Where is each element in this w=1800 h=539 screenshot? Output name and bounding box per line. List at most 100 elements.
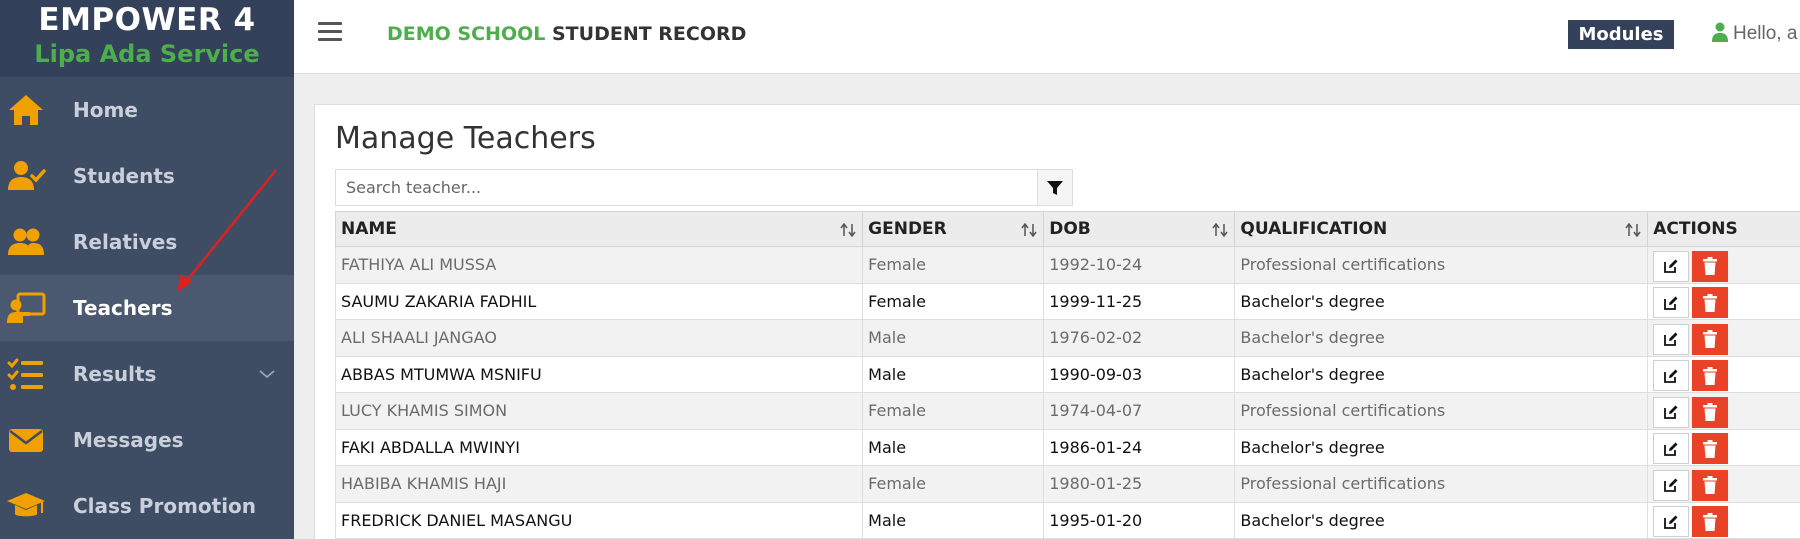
cell-actions [1647, 428, 1800, 466]
envelope-icon [9, 429, 43, 452]
delete-button[interactable] [1692, 360, 1729, 392]
sort-icon[interactable] [1021, 223, 1037, 237]
trash-icon [1703, 476, 1718, 495]
search-box [335, 169, 1039, 206]
user-greeting: Hello, a [1733, 23, 1798, 44]
delete-button[interactable] [1692, 506, 1729, 538]
cell-dob: 1974-04-07 [1043, 392, 1236, 430]
edit-icon [1664, 296, 1678, 310]
column-header-actions: ACTIONS [1647, 211, 1800, 247]
cell-actions [1647, 392, 1800, 430]
cell-name: FATHIYA ALI MUSSA [334, 246, 864, 284]
sidebar: EMPOWER 4 Lipa Ada Service Home Students… [0, 0, 294, 539]
cell-qualification: Professional certifications [1234, 465, 1649, 503]
sidebar-item-label: Home [73, 98, 138, 122]
delete-button[interactable] [1692, 396, 1729, 428]
brand: EMPOWER 4 Lipa Ada Service [0, 0, 294, 77]
hamburger-menu-icon[interactable] [318, 22, 342, 44]
edit-icon [1664, 405, 1678, 420]
sidebar-item-students[interactable]: Students [0, 143, 294, 209]
sidebar-item-home[interactable]: Home [0, 77, 294, 143]
user-icon [1712, 22, 1728, 42]
chevron-down-icon[interactable] [258, 368, 276, 380]
cell-qualification: Bachelor's degree [1234, 319, 1649, 357]
sidebar-item-teachers[interactable]: Teachers [0, 275, 294, 341]
cell-qualification: Professional certifications [1234, 246, 1649, 284]
modules-button[interactable]: Modules [1568, 20, 1674, 49]
cell-gender: Female [862, 282, 1045, 320]
cell-name: HABIBA KHAMIS HAJI [334, 465, 864, 503]
table-row: FREDRICK DANIEL MASANGU Male 1995-01-20 Bac… [334, 501, 1800, 539]
brand-subtitle: Lipa Ada Service [34, 40, 260, 68]
cell-qualification: Bachelor's degree [1234, 355, 1649, 393]
cell-name: FREDRICK DANIEL MASANGU [334, 501, 864, 539]
main-panel: Manage Teachers NAME GENDER DOB QUALIFI [314, 104, 1800, 539]
cell-name: ABBAS MTUMWA MSNIFU [334, 355, 864, 393]
edit-button[interactable] [1653, 433, 1690, 465]
sidebar-item-label: Class Promotion [73, 494, 257, 518]
sidebar-item-results[interactable]: Results [0, 341, 294, 407]
edit-button[interactable] [1653, 250, 1690, 282]
cell-name: ALI SHAALI JANGAO [334, 319, 864, 357]
app-name: STUDENT RECORD [552, 23, 747, 45]
edit-button[interactable] [1653, 396, 1690, 428]
cell-gender: Male [862, 428, 1045, 466]
edit-button[interactable] [1653, 469, 1690, 501]
table-body: FATHIYA ALI MUSSA Female 1992-10-24 Profess… [334, 246, 1800, 539]
sort-icon[interactable] [1625, 223, 1641, 237]
cell-gender: Male [862, 319, 1045, 357]
sidebar-item-messages[interactable]: Messages [0, 407, 294, 473]
sidebar-item-label: Teachers [73, 296, 173, 320]
cell-qualification: Professional certifications [1234, 392, 1649, 430]
delete-button[interactable] [1692, 250, 1729, 282]
table-row: FAKI ABDALLA MWINYI Male 1986-01-24 Bachelo… [334, 428, 1800, 466]
brand-title: EMPOWER 4 [38, 2, 256, 38]
edit-icon [1664, 442, 1678, 456]
cell-gender: Female [862, 392, 1045, 430]
user-check-icon [8, 161, 46, 190]
user-menu[interactable]: Hello, a [1712, 22, 1797, 45]
edit-icon [1664, 515, 1678, 529]
delete-button[interactable] [1692, 433, 1729, 465]
delete-button[interactable] [1692, 287, 1729, 319]
trash-icon [1703, 366, 1718, 385]
sidebar-item-class-promotion[interactable]: Class Promotion [0, 473, 294, 539]
graduation-cap-icon [7, 493, 45, 517]
edit-icon [1664, 259, 1678, 274]
table-row: ABBAS MTUMWA MSNIFU Male 1990-09-03 Bachelo… [334, 355, 1800, 393]
sort-icon[interactable] [840, 223, 856, 237]
sidebar-item-relatives[interactable]: Relatives [0, 209, 294, 275]
column-header-name[interactable]: NAME [334, 211, 864, 247]
cell-actions [1647, 501, 1800, 539]
filter-button[interactable] [1037, 169, 1073, 206]
edit-button[interactable] [1653, 287, 1690, 319]
trash-icon [1703, 439, 1718, 458]
search-input[interactable] [336, 170, 1038, 205]
edit-button[interactable] [1653, 360, 1690, 392]
sidebar-item-label: Messages [73, 428, 184, 452]
cell-dob: 1990-09-03 [1043, 355, 1236, 393]
cell-gender: Female [862, 246, 1045, 284]
edit-button[interactable] [1653, 506, 1690, 538]
cell-name: LUCY KHAMIS SIMON [334, 392, 864, 430]
cell-name: FAKI ABDALLA MWINYI [334, 428, 864, 466]
trash-icon [1703, 330, 1718, 349]
sidebar-item-label: Relatives [73, 230, 178, 254]
sort-icon[interactable] [1212, 223, 1228, 237]
edit-button[interactable] [1653, 323, 1690, 355]
column-header-dob[interactable]: DOB [1043, 211, 1236, 247]
cell-dob: 1992-10-24 [1043, 246, 1236, 284]
delete-button[interactable] [1692, 323, 1729, 355]
column-header-gender[interactable]: GENDER [862, 211, 1045, 247]
column-header-qualification[interactable]: QUALIFICATION [1234, 211, 1649, 247]
table-row: FATHIYA ALI MUSSA Female 1992-10-24 Profess… [334, 246, 1800, 284]
table-row: HABIBA KHAMIS HAJI Female 1980-01-25 Profes… [334, 465, 1800, 503]
table-header-row: NAME GENDER DOB QUALIFICATION ACTIONS [334, 211, 1800, 247]
edit-icon [1664, 478, 1678, 493]
filter-icon [1047, 180, 1063, 195]
cell-dob: 1976-02-02 [1043, 319, 1236, 357]
sidebar-item-label: Students [73, 164, 175, 188]
cell-dob: 1995-01-20 [1043, 501, 1236, 539]
chalkboard-teacher-icon [7, 292, 46, 323]
delete-button[interactable] [1692, 469, 1729, 501]
